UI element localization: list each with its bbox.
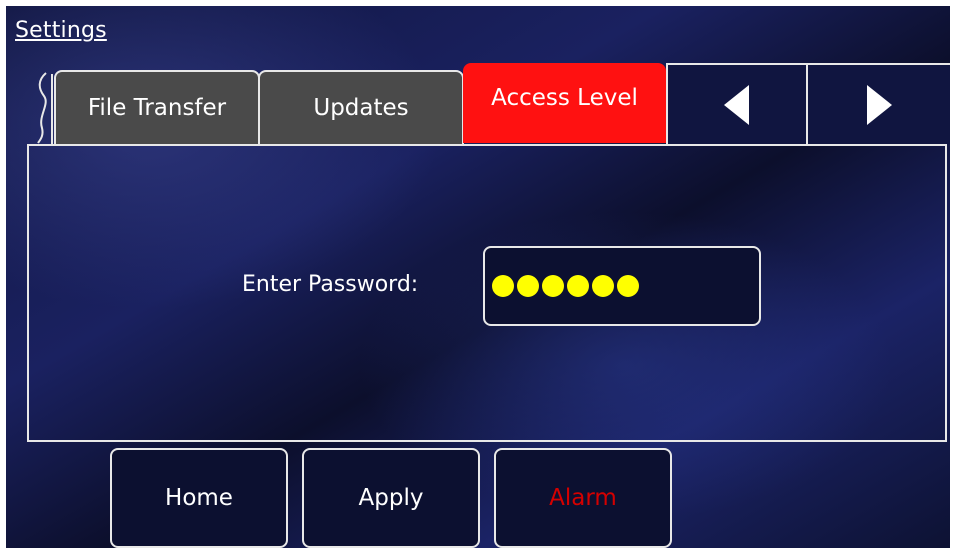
tab-updates[interactable]: Updates [258,70,464,144]
tab-label: File Transfer [87,95,227,121]
apply-button[interactable]: Apply [302,448,480,548]
tab-access-level[interactable]: Access Level [463,63,666,143]
tab-label: Access Level [491,85,638,111]
tab-file-transfer[interactable]: File Transfer [54,70,260,144]
next-tab-button[interactable] [806,63,950,144]
alarm-button[interactable]: Alarm [494,448,672,548]
password-input[interactable] [483,246,761,326]
password-mask-dot [517,275,539,297]
home-button-label: Home [165,485,233,511]
tab-scroll-curl-icon [37,72,53,144]
password-mask-dot [542,275,564,297]
settings-screen: Settings File Transfer Updates Access Le… [6,6,950,548]
password-mask-dot [492,275,514,297]
home-button[interactable]: Home [110,448,288,548]
triangle-right-icon [867,84,892,125]
password-mask-dot [617,275,639,297]
alarm-button-label: Alarm [549,485,617,511]
prev-tab-button[interactable] [666,63,806,144]
password-mask-dot [592,275,614,297]
page-title: Settings [15,18,107,43]
tab-label: Updates [313,95,409,121]
triangle-left-icon [724,84,749,125]
password-label: Enter Password: [242,272,419,297]
password-mask-dot [567,275,589,297]
apply-button-label: Apply [358,485,424,511]
